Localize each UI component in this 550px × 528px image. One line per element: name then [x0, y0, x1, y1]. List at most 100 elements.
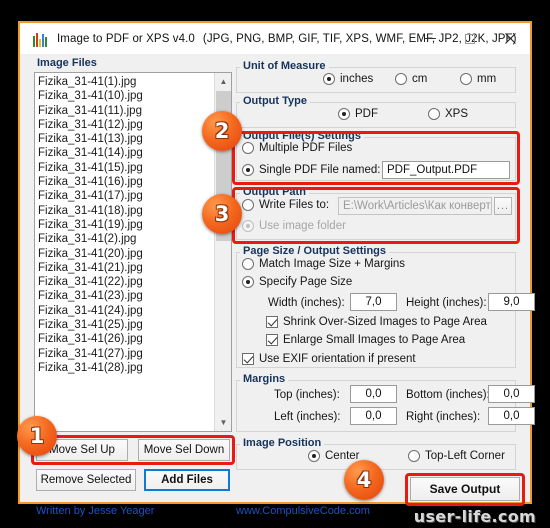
list-item[interactable]: Fizika_31-41(15).jpg: [38, 161, 214, 175]
checkbox-shrink-oversized[interactable]: Shrink Over-Sized Images to Page Area: [266, 316, 487, 328]
radio-label: Specify Page Size: [259, 276, 353, 288]
bar-chart-icon: [33, 31, 49, 47]
application-window: Image to PDF or XPS v4.0 (JPG, PNG, BMP,…: [17, 21, 535, 517]
annotation-badge-4: 4: [344, 460, 384, 500]
badge-number: 3: [214, 201, 230, 226]
annotation-badge-3: 3: [202, 194, 242, 234]
radio-icon[interactable]: [308, 450, 320, 462]
list-item[interactable]: Fizika_31-41(19).jpg: [38, 218, 214, 232]
radio-specify-page-size[interactable]: Specify Page Size: [242, 276, 352, 288]
radio-icon[interactable]: [460, 73, 472, 85]
unit-of-measure-label: Unit of Measure: [240, 60, 329, 72]
radio-icon[interactable]: [242, 220, 254, 232]
minimize-icon[interactable]: [410, 23, 450, 54]
radio-output-pdf[interactable]: PDF: [338, 108, 378, 120]
output-path-input[interactable]: E:\Work\Articles\Как конвертирова: [338, 197, 492, 215]
list-item[interactable]: Fizika_31-41(25).jpg: [38, 318, 214, 332]
checkbox-enlarge-small[interactable]: Enlarge Small Images to Page Area: [266, 334, 465, 346]
list-item[interactable]: Fizika_31-41(28).jpg: [38, 361, 214, 375]
radio-single-pdf-file[interactable]: Single PDF File named:: [242, 164, 380, 176]
browse-folder-button[interactable]: ...: [494, 197, 512, 215]
watermark: user-life.com: [413, 507, 536, 526]
list-item[interactable]: Fizika_31-41(21).jpg: [38, 261, 214, 275]
list-item[interactable]: Fizika_31-41(27).jpg: [38, 347, 214, 361]
radio-label: cm: [412, 73, 428, 85]
list-item[interactable]: Fizika_31-41(10).jpg: [38, 89, 214, 103]
checkbox-use-exif[interactable]: Use EXIF orientation if present: [242, 353, 416, 365]
move-sel-down-button[interactable]: Move Sel Down: [138, 439, 230, 461]
radio-label: Match Image Size + Margins: [259, 258, 406, 270]
radio-label: Top-Left Corner: [425, 450, 505, 462]
chevron-down-icon[interactable]: ▼: [215, 414, 231, 431]
window-controls: [410, 23, 530, 54]
annotation-badge-1: 1: [17, 416, 57, 456]
checkbox-label: Use EXIF orientation if present: [259, 353, 416, 365]
radio-position-center[interactable]: Center: [308, 450, 360, 462]
screenshot-root: Image to PDF or XPS v4.0 (JPG, PNG, BMP,…: [0, 0, 550, 528]
list-item[interactable]: Fizika_31-41(20).jpg: [38, 247, 214, 261]
height-input[interactable]: 9,0: [488, 293, 535, 311]
list-item[interactable]: Fizika_31-41(16).jpg: [38, 175, 214, 189]
width-input[interactable]: 7,0: [350, 293, 397, 311]
radio-icon[interactable]: [242, 142, 254, 154]
radio-icon[interactable]: [428, 108, 440, 120]
list-item[interactable]: Fizika_31-41(17).jpg: [38, 189, 214, 203]
margin-left-label: Left (inches):: [274, 411, 341, 423]
list-item[interactable]: Fizika_31-41(14).jpg: [38, 146, 214, 160]
radio-position-top-left[interactable]: Top-Left Corner: [408, 450, 505, 462]
client-area: Image Files Fizika_31-41(1).jpg Fizika_3…: [17, 54, 535, 517]
list-item[interactable]: Fizika_31-41(18).jpg: [38, 204, 214, 218]
add-files-button[interactable]: Add Files: [144, 469, 230, 491]
image-files-label: Image Files: [34, 57, 100, 69]
list-item[interactable]: Fizika_31-41(22).jpg: [38, 275, 214, 289]
checkbox-icon[interactable]: [266, 334, 278, 346]
radio-icon[interactable]: [242, 276, 254, 288]
margin-right-input[interactable]: 0,0: [488, 407, 535, 425]
window-title: Image to PDF or XPS v4.0: [57, 32, 195, 45]
list-item[interactable]: Fizika_31-41(26).jpg: [38, 332, 214, 346]
badge-number: 4: [356, 467, 372, 492]
radio-icon[interactable]: [242, 258, 254, 270]
radio-icon[interactable]: [395, 73, 407, 85]
margin-top-input[interactable]: 0,0: [350, 385, 397, 403]
margin-left-input[interactable]: 0,0: [350, 407, 397, 425]
list-item[interactable]: Fizika_31-41(1).jpg: [38, 75, 214, 89]
list-item[interactable]: Fizika_31-41(12).jpg: [38, 118, 214, 132]
radio-icon[interactable]: [338, 108, 350, 120]
close-icon[interactable]: [490, 23, 530, 54]
radio-icon[interactable]: [242, 199, 254, 211]
chevron-up-icon[interactable]: ▲: [215, 73, 231, 90]
radio-unit-cm[interactable]: cm: [395, 73, 427, 85]
radio-label: Multiple PDF Files: [259, 142, 353, 154]
output-filename-input[interactable]: PDF_Output.PDF: [382, 161, 510, 179]
checkbox-icon[interactable]: [266, 316, 278, 328]
maximize-icon[interactable]: [450, 23, 490, 54]
list-item[interactable]: Fizika_31-41(2).jpg: [38, 232, 214, 246]
checkbox-icon[interactable]: [242, 353, 254, 365]
radio-unit-mm[interactable]: mm: [460, 73, 496, 85]
margin-bottom-input[interactable]: 0,0: [488, 385, 535, 403]
title-bar: Image to PDF or XPS v4.0 (JPG, PNG, BMP,…: [20, 23, 530, 54]
radio-multiple-pdf-files[interactable]: Multiple PDF Files: [242, 142, 352, 154]
remove-selected-button[interactable]: Remove Selected: [36, 469, 136, 491]
radio-write-files-to[interactable]: Write Files to:: [242, 199, 329, 211]
radio-use-image-folder[interactable]: Use image folder: [242, 220, 346, 232]
annotation-badge-2: 2: [202, 111, 242, 151]
radio-unit-inches[interactable]: inches: [323, 73, 373, 85]
margin-right-label: Right (inches):: [406, 411, 481, 423]
save-output-button[interactable]: Save Output: [410, 477, 520, 501]
radio-match-image-size[interactable]: Match Image Size + Margins: [242, 258, 405, 270]
output-path-label: Output Path: [240, 186, 309, 198]
radio-label: Write Files to:: [259, 199, 330, 211]
margin-top-label: Top (inches):: [274, 389, 340, 401]
list-item[interactable]: Fizika_31-41(13).jpg: [38, 132, 214, 146]
list-item[interactable]: Fizika_31-41(11).jpg: [38, 104, 214, 118]
list-item[interactable]: Fizika_31-41(23).jpg: [38, 289, 214, 303]
radio-output-xps[interactable]: XPS: [428, 108, 468, 120]
website-link[interactable]: www.CompulsiveCode.com: [236, 505, 370, 517]
radio-icon[interactable]: [323, 73, 335, 85]
radio-icon[interactable]: [408, 450, 420, 462]
list-item[interactable]: Fizika_31-41(24).jpg: [38, 304, 214, 318]
image-files-list[interactable]: Fizika_31-41(1).jpg Fizika_31-41(10).jpg…: [35, 73, 214, 431]
radio-icon[interactable]: [242, 164, 254, 176]
